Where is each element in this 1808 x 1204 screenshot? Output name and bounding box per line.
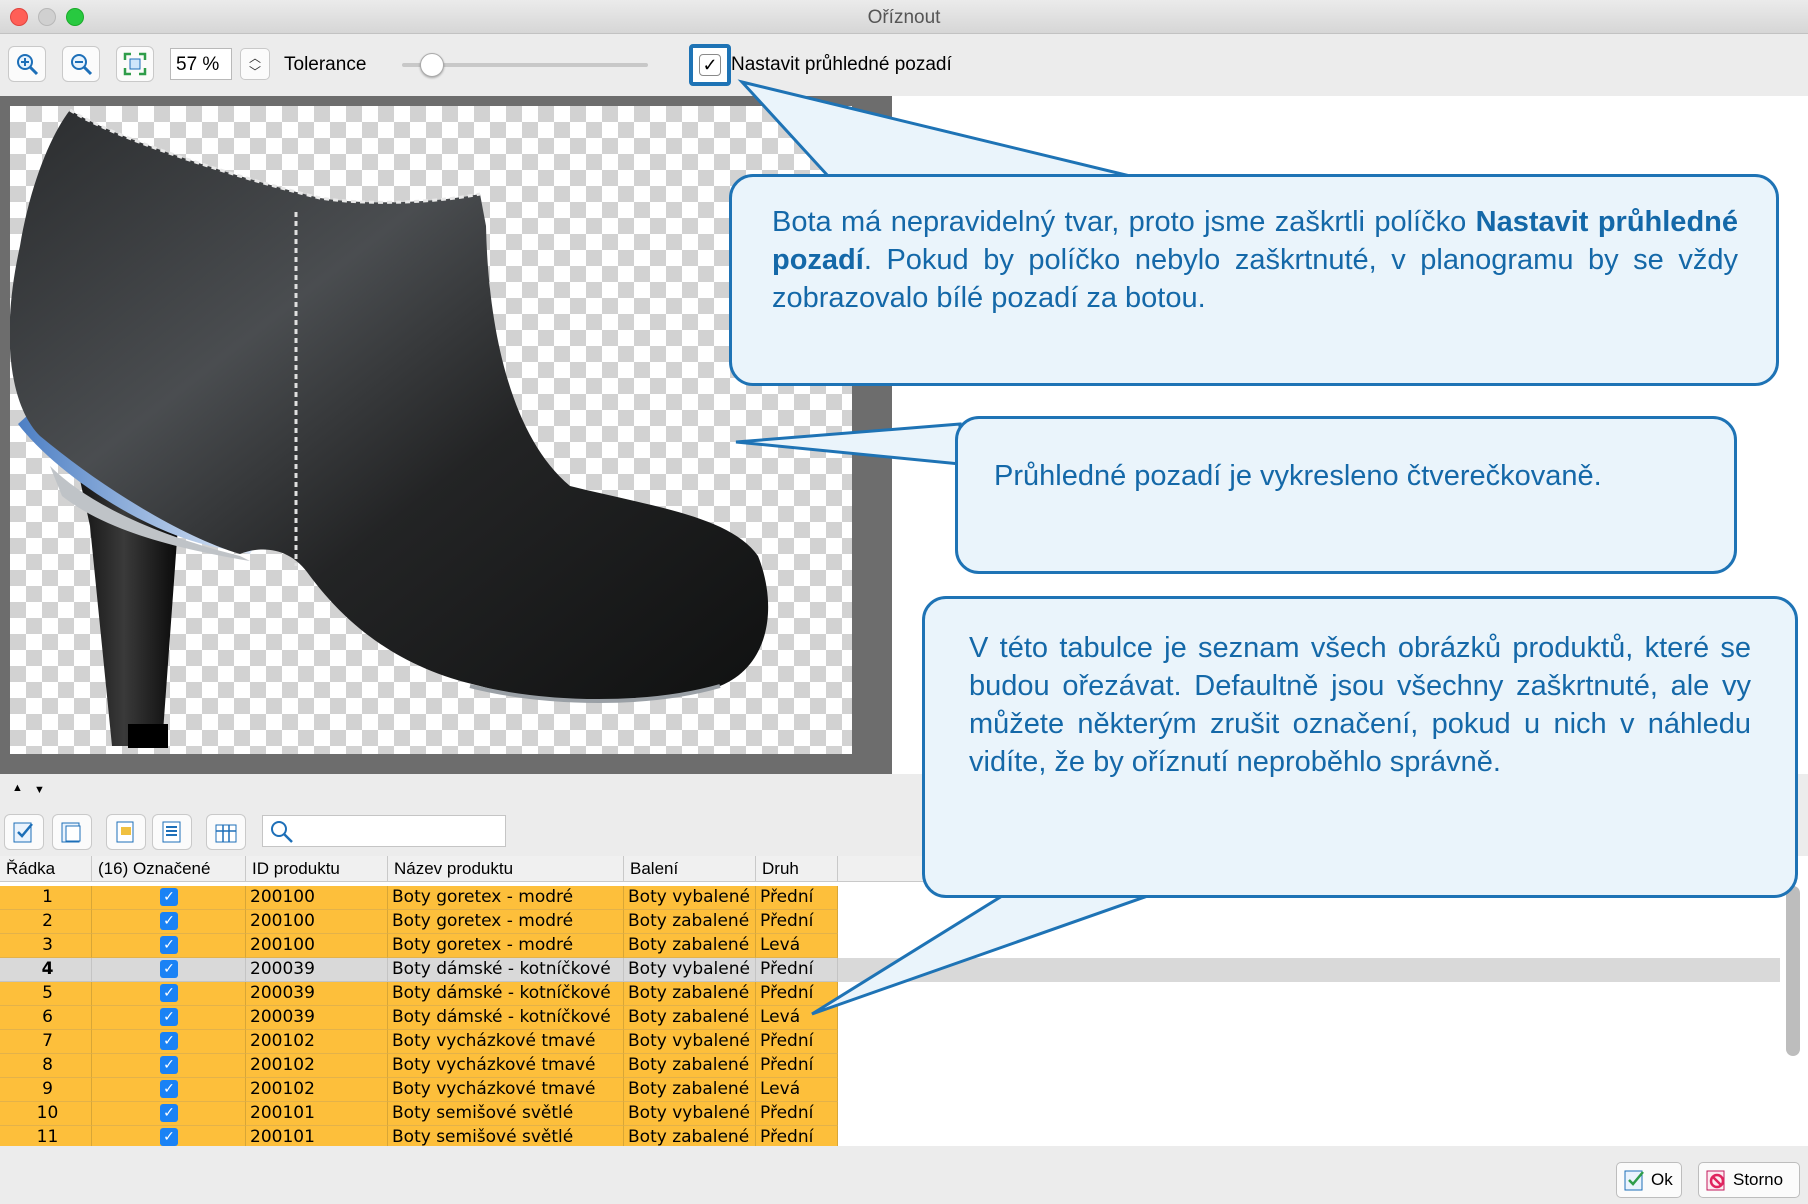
callout-1-text-start: Bota má nepravidelný tvar, proto jsme za… [772, 206, 1476, 238]
callout-1-text-end: . Pokud by políčko nebylo zaškrtnuté, v … [772, 244, 1738, 314]
callout-3-text: V této tabulce je seznam všech obrázků p… [969, 632, 1751, 778]
callout-2-text: Průhledné pozadí je vykresleno čtverečko… [994, 460, 1602, 492]
callout-pointer-2 [735, 422, 962, 466]
callout-transparent-checkbox: Bota má nepravidelný tvar, proto jsme za… [729, 174, 1779, 386]
callout-products-table: V této tabulce je seznam všech obrázků p… [922, 596, 1798, 898]
callout-checkered-background: Průhledné pozadí je vykresleno čtverečko… [955, 416, 1737, 574]
